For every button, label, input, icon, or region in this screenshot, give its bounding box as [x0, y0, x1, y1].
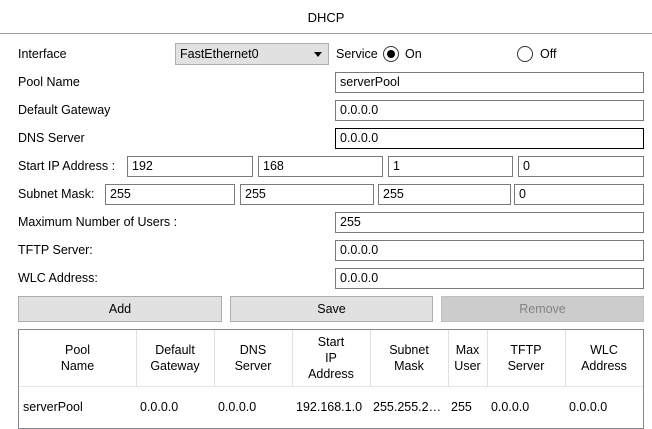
start-ip-octet-3[interactable]: 1 — [388, 156, 513, 177]
start-ip-label: Start IP Address : — [18, 159, 116, 173]
interface-label: Interface — [18, 47, 67, 61]
chevron-down-icon — [314, 52, 322, 57]
title-divider — [0, 33, 652, 34]
default-gateway-input[interactable]: 0.0.0.0 — [335, 100, 644, 121]
start-ip-octet-1[interactable]: 192 — [127, 156, 253, 177]
start-ip-octet-4[interactable]: 0 — [518, 156, 644, 177]
max-users-input[interactable]: 255 — [335, 212, 644, 233]
service-off-radio[interactable] — [517, 46, 533, 62]
cell-dns-server: 0.0.0.0 — [218, 400, 257, 414]
service-label: Service — [336, 47, 378, 61]
add-button[interactable]: Add — [18, 296, 222, 322]
interface-select-value: FastEthernet0 — [180, 47, 259, 61]
dialog-title: DHCP — [307, 10, 345, 25]
service-off-label: Off — [540, 47, 557, 61]
cell-subnet-mask: 255.255.2… — [373, 400, 442, 414]
column-header-dns-server[interactable]: DNS Server — [214, 330, 293, 387]
cell-max-user: 255 — [451, 400, 472, 414]
column-header-subnet-mask[interactable]: Subnet Mask — [370, 330, 449, 387]
max-users-label: Maximum Number of Users : — [18, 215, 178, 229]
wlc-address-label: WLC Address: — [18, 271, 98, 285]
cell-pool-name: serverPool — [23, 400, 83, 414]
subnet-mask-octet-4[interactable]: 0 — [514, 184, 644, 205]
dns-server-label: DNS Server — [18, 131, 85, 145]
cell-default-gateway: 0.0.0.0 — [140, 400, 179, 414]
remove-button[interactable]: Remove — [441, 296, 644, 322]
column-header-pool-name[interactable]: Pool Name — [19, 330, 137, 387]
column-header-start-ip[interactable]: Start IP Address — [292, 330, 371, 387]
subnet-mask-octet-2[interactable]: 255 — [240, 184, 374, 205]
subnet-mask-octet-3[interactable]: 255 — [378, 184, 511, 205]
tftp-server-input[interactable]: 0.0.0.0 — [335, 240, 644, 261]
service-on-label: On — [405, 47, 422, 61]
subnet-mask-label: Subnet Mask: — [18, 187, 95, 201]
column-header-wlc-address[interactable]: WLC Address — [565, 330, 643, 387]
cell-start-ip: 192.168.1.0 — [296, 400, 363, 414]
pool-name-input[interactable]: serverPool — [335, 72, 644, 93]
wlc-address-input[interactable]: 0.0.0.0 — [335, 268, 644, 289]
pool-table: Pool Name Default Gateway DNS Server Sta… — [18, 329, 644, 429]
tftp-server-label: TFTP Server: — [18, 243, 93, 257]
dns-server-input[interactable]: 0.0.0.0 — [335, 128, 644, 149]
column-header-default-gateway[interactable]: Default Gateway — [136, 330, 215, 387]
default-gateway-label: Default Gateway — [18, 103, 111, 117]
radio-selected-dot — [387, 50, 395, 58]
cell-wlc-address: 0.0.0.0 — [569, 400, 608, 414]
subnet-mask-octet-1[interactable]: 255 — [105, 184, 235, 205]
start-ip-octet-2[interactable]: 168 — [258, 156, 383, 177]
column-header-max-user[interactable]: Max User — [448, 330, 488, 387]
service-on-radio[interactable] — [383, 46, 399, 62]
column-header-tftp-server[interactable]: TFTP Server — [487, 330, 566, 387]
save-button[interactable]: Save — [230, 296, 433, 322]
cell-tftp-server: 0.0.0.0 — [491, 400, 530, 414]
interface-select[interactable]: FastEthernet0 — [175, 43, 329, 65]
pool-name-label: Pool Name — [18, 75, 80, 89]
